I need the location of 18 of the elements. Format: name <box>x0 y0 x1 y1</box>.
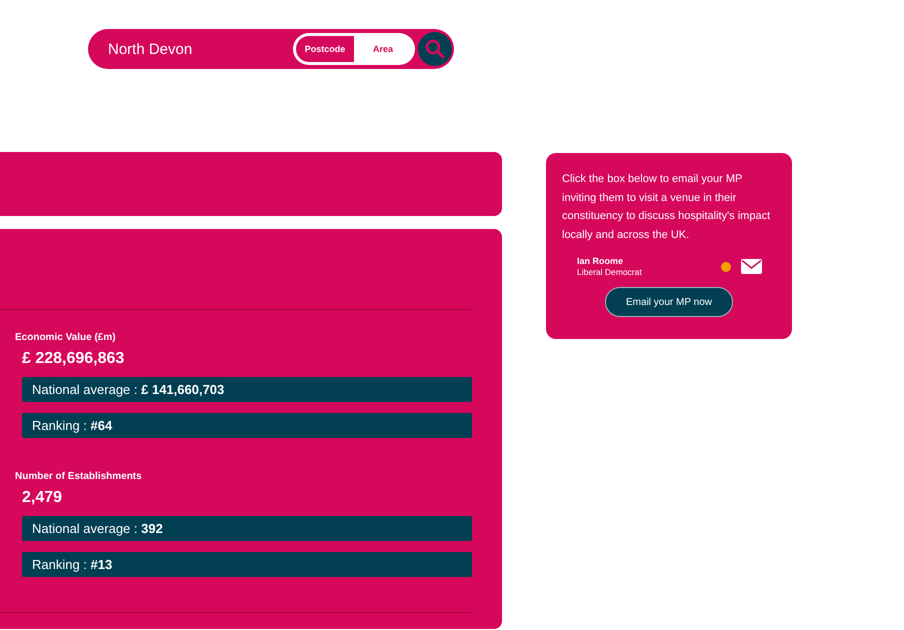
stat-bar: National average : 392 <box>22 516 472 541</box>
envelope-icon <box>741 259 762 274</box>
metric-label: Economic Value (£m) <box>15 332 117 343</box>
search-button[interactable] <box>418 32 452 66</box>
stat-bar: National average : £ 141,660,703 <box>22 377 472 402</box>
metric-value: 2,479 <box>22 489 64 507</box>
search-icon <box>425 39 445 59</box>
search-bar[interactable]: North Devon Postcode Area <box>88 29 454 69</box>
card-text: Click the box below to email your MP inviting them to visit a venue in their constituency to discuss hospitality's impact locally and across the UK. <box>562 172 772 242</box>
stat-bar: Ranking : #64 <box>22 413 472 438</box>
mode-tab[interactable]: Postcode <box>296 36 354 62</box>
metric-value: £ 228,696,863 <box>22 350 126 368</box>
stat-bar: Ranking : #13 <box>22 552 472 577</box>
mp-party: Liberal Democrat <box>577 267 643 277</box>
metric-label: Number of Establishments <box>15 471 143 482</box>
mp-name: Ian Roome <box>577 256 624 266</box>
search-value: North Devon <box>108 40 194 58</box>
email-mp-button[interactable]: Email your MP now <box>605 287 733 317</box>
